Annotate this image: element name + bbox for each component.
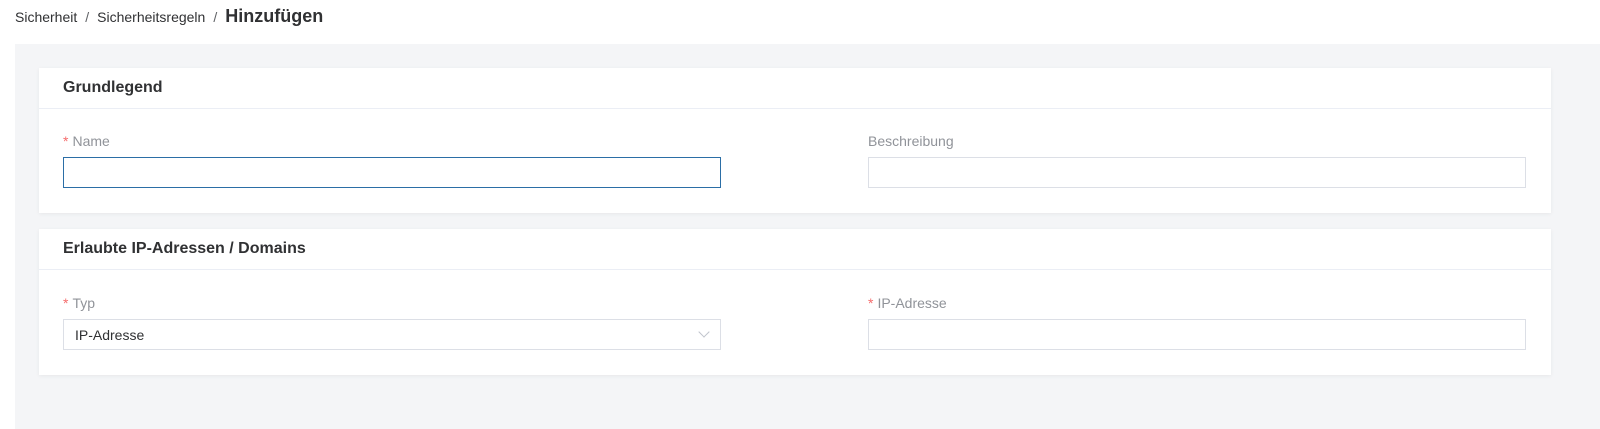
type-field: * Typ IP-Adresse xyxy=(63,295,721,350)
name-input[interactable] xyxy=(63,157,721,188)
breadcrumb-separator: / xyxy=(85,9,90,25)
breadcrumb-separator: / xyxy=(213,9,218,25)
allowed-section-title: Erlaubte IP-Adressen / Domains xyxy=(39,229,1551,270)
description-field: Beschreibung xyxy=(868,133,1526,188)
description-input[interactable] xyxy=(868,157,1526,188)
name-field: * Name xyxy=(63,133,721,188)
breadcrumb-item-security[interactable]: Sicherheit xyxy=(15,9,77,25)
ip-address-input[interactable] xyxy=(868,319,1526,350)
required-mark: * xyxy=(63,295,69,311)
ip-address-label: * IP-Adresse xyxy=(868,295,947,311)
type-label: * Typ xyxy=(63,295,95,311)
page-title: Hinzufügen xyxy=(225,6,324,26)
type-select-value: IP-Adresse xyxy=(75,326,145,343)
ip-address-field: * IP-Adresse xyxy=(868,295,1526,350)
ip-address-label-text: IP-Adresse xyxy=(877,295,947,311)
chevron-down-icon[interactable] xyxy=(698,326,710,338)
required-mark: * xyxy=(868,295,874,311)
breadcrumb-item-security-rules[interactable]: Sicherheitsregeln xyxy=(97,9,205,25)
main-content: Grundlegend * Name Beschreibung Erlaubte … xyxy=(15,44,1600,429)
breadcrumb: Sicherheit / Sicherheitsregeln / Hinzufü… xyxy=(15,6,323,27)
description-label: Beschreibung xyxy=(868,133,954,149)
name-label: * Name xyxy=(63,133,110,149)
allowed-section-card: Erlaubte IP-Adressen / Domains * Typ IP-A… xyxy=(39,229,1551,375)
required-mark: * xyxy=(63,133,69,149)
type-select[interactable]: IP-Adresse xyxy=(63,319,721,350)
name-label-text: Name xyxy=(72,133,110,149)
basic-section-title: Grundlegend xyxy=(39,68,1551,109)
basic-section-card: Grundlegend * Name Beschreibung xyxy=(39,68,1551,213)
type-label-text: Typ xyxy=(72,295,96,311)
